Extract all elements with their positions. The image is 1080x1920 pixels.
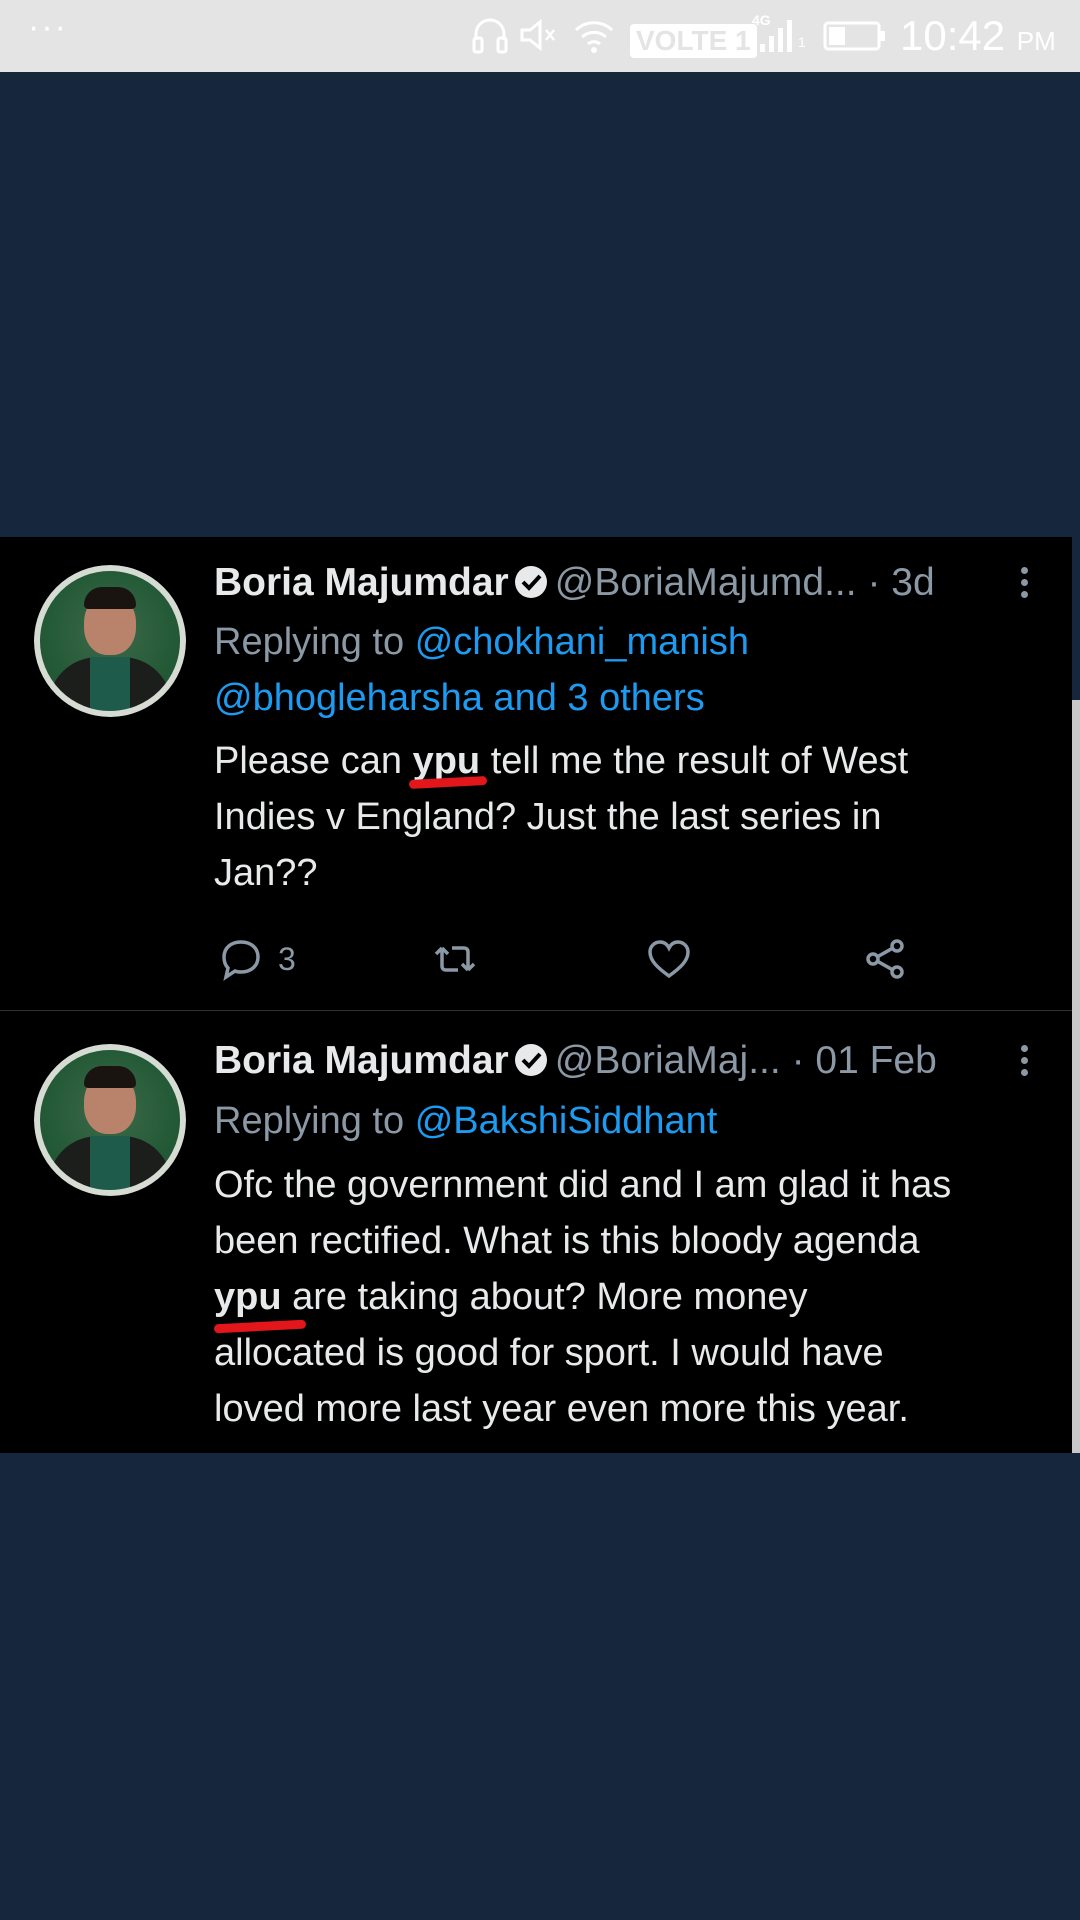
mention-link[interactable]: @chokhani_manish xyxy=(415,621,749,663)
replying-prefix: Replying to xyxy=(214,621,405,663)
tweet-actions: 3 xyxy=(214,929,1034,989)
typo-word: ypu xyxy=(214,1276,282,1318)
battery-icon xyxy=(823,21,885,51)
tweet-time[interactable]: · 3d xyxy=(867,561,934,604)
tweet-card: Boria Majumdar @BoriaMajumd... · 3d Reply… xyxy=(0,537,1072,1453)
clock-ampm: PM xyxy=(1016,26,1056,56)
replying-to: Replying to @chokhani_manish @bhoglehars… xyxy=(214,614,1034,726)
text-segment: tell me the result of West xyxy=(490,740,909,782)
clock: 10:42 PM xyxy=(900,12,1056,60)
author-handle[interactable]: @BoriaMaj... xyxy=(555,1039,781,1082)
verified-icon xyxy=(514,566,547,598)
sim-slot: 1 xyxy=(798,34,806,50)
volte-badge: VOLTE 1 xyxy=(630,24,757,58)
mute-icon xyxy=(520,18,555,52)
tweet-text: Please can ypu tell me the result of Wes… xyxy=(214,733,1054,901)
avatar[interactable] xyxy=(34,1044,186,1196)
share-icon xyxy=(866,939,904,979)
wifi-icon xyxy=(574,21,614,53)
reply-icon xyxy=(222,940,260,981)
like-button[interactable] xyxy=(646,929,692,989)
mention-link[interactable]: @BakshiSiddhant xyxy=(415,1100,718,1142)
author-name[interactable]: Boria Majumdar xyxy=(214,561,509,604)
signal-icon xyxy=(760,20,792,52)
share-button[interactable] xyxy=(862,929,908,989)
retweet-icon xyxy=(434,946,476,972)
tweet-time[interactable]: · 01 Feb xyxy=(792,1039,937,1082)
replying-to: Replying to @BakshiSiddhant xyxy=(214,1093,1034,1149)
tweet-text: Ofc the government did and I am glad it … xyxy=(213,1157,1054,1437)
mention-link-others[interactable]: @bhogleharsha and 3 others xyxy=(214,677,705,719)
text-segment: allocated is good for sport. I would hav… xyxy=(214,1332,884,1374)
text-segment: Indies v England? Just the last series i… xyxy=(214,796,882,838)
highlighted-typo: ypu xyxy=(213,1269,306,1334)
text-segment: Jan?? xyxy=(214,852,318,894)
replying-prefix: Replying to xyxy=(214,1100,405,1142)
more-options-icon[interactable] xyxy=(1016,563,1032,603)
status-bar: ··· VOLTE 1 4G 1 10:42 PM xyxy=(0,0,1080,72)
verified-icon xyxy=(514,1044,547,1076)
more-options-icon[interactable] xyxy=(1016,1041,1032,1081)
headphones-icon xyxy=(472,18,508,54)
retweet-button[interactable] xyxy=(432,929,478,989)
text-segment: are taking about? More money xyxy=(292,1276,808,1318)
author-handle[interactable]: @BoriaMajumd... xyxy=(555,561,857,604)
scrollbar[interactable] xyxy=(1072,700,1080,1453)
tweet[interactable]: Boria Majumdar @BoriaMajumd... · 3d Reply… xyxy=(0,537,1072,1011)
text-segment: Ofc the government did and I am glad it … xyxy=(214,1164,952,1206)
typo-word: ypu xyxy=(412,740,481,782)
tweet-header: Boria Majumdar @BoriaMajumd... · 3d xyxy=(214,557,935,609)
reply-button[interactable]: 3 xyxy=(218,929,296,989)
text-segment: been rectified. What is this bloody agen… xyxy=(214,1220,920,1262)
tweet-header: Boria Majumdar @BoriaMaj... · 01 Feb xyxy=(214,1035,937,1087)
clock-time: 10:42 xyxy=(900,12,1006,59)
notification-dots: ··· xyxy=(28,8,68,46)
text-segment: loved more last year even more this year… xyxy=(214,1388,909,1430)
tweet[interactable]: Boria Majumdar @BoriaMaj... · 01 Feb Repl… xyxy=(0,1011,1072,1453)
reply-count: 3 xyxy=(278,940,296,977)
heart-icon xyxy=(648,940,690,979)
text-segment: Please can xyxy=(214,740,403,782)
author-name[interactable]: Boria Majumdar xyxy=(214,1039,509,1082)
highlighted-typo: ypu xyxy=(408,733,487,790)
avatar[interactable] xyxy=(34,565,186,717)
